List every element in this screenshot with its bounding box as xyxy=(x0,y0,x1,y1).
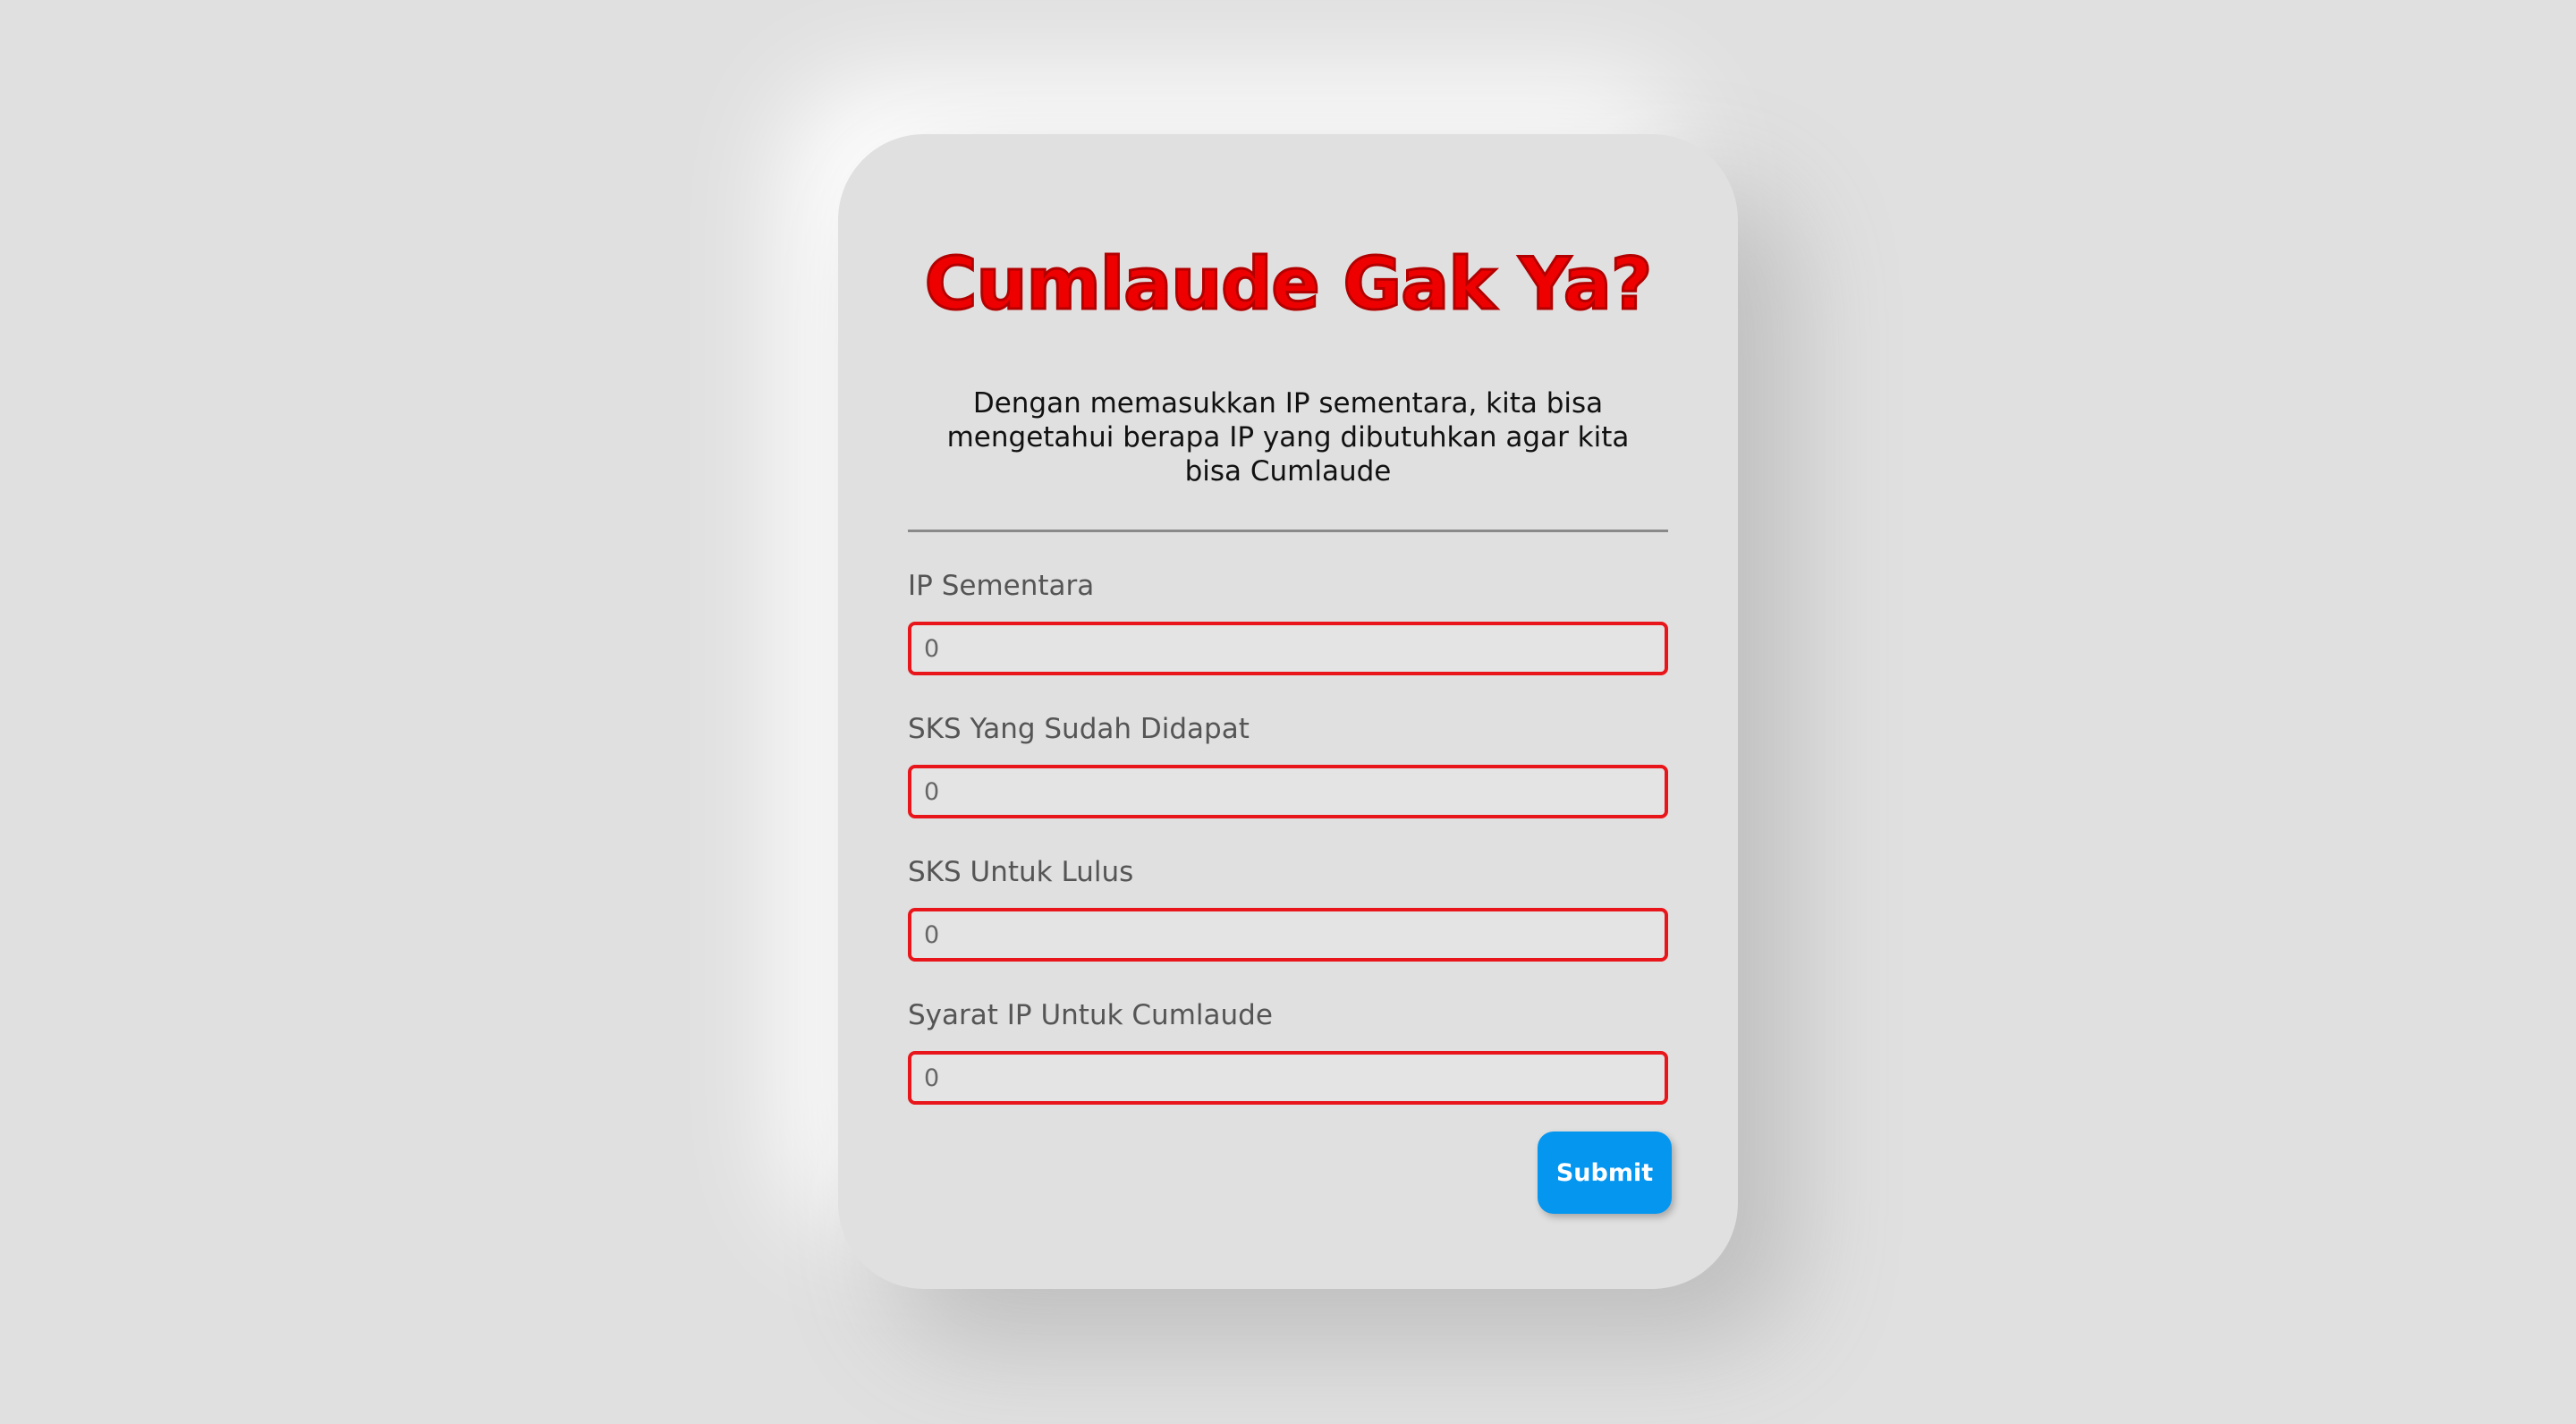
sks-didapat-label: SKS Yang Sudah Didapat xyxy=(908,713,1250,745)
sks-lulus-label: SKS Untuk Lulus xyxy=(908,856,1134,888)
field-syarat-ip: Syarat IP Untuk Cumlaude xyxy=(908,997,1668,1105)
field-sks-lulus: SKS Untuk Lulus xyxy=(908,854,1668,962)
ip-sementara-input[interactable] xyxy=(908,622,1668,675)
calculator-card: Cumlaude Gak Ya? Dengan memasukkan IP se… xyxy=(838,134,1738,1289)
field-ip-sementara: IP Sementara xyxy=(908,568,1668,675)
syarat-ip-input[interactable] xyxy=(908,1051,1668,1105)
page: Cumlaude Gak Ya? Dengan memasukkan IP se… xyxy=(0,0,2576,1424)
field-sks-didapat: SKS Yang Sudah Didapat xyxy=(908,711,1668,818)
description-text: Dengan memasukkan IP sementara, kita bis… xyxy=(946,387,1630,487)
sks-lulus-input[interactable] xyxy=(908,908,1668,962)
syarat-ip-label: Syarat IP Untuk Cumlaude xyxy=(908,999,1273,1031)
cumlaude-form: IP Sementara SKS Yang Sudah Didapat SKS … xyxy=(908,568,1672,1214)
ip-sementara-label: IP Sementara xyxy=(908,570,1095,602)
divider xyxy=(908,530,1668,532)
page-title: Cumlaude Gak Ya? xyxy=(923,242,1653,327)
submit-button[interactable]: Submit xyxy=(1538,1132,1672,1214)
sks-didapat-input[interactable] xyxy=(908,765,1668,818)
form-actions: Submit xyxy=(908,1132,1672,1214)
